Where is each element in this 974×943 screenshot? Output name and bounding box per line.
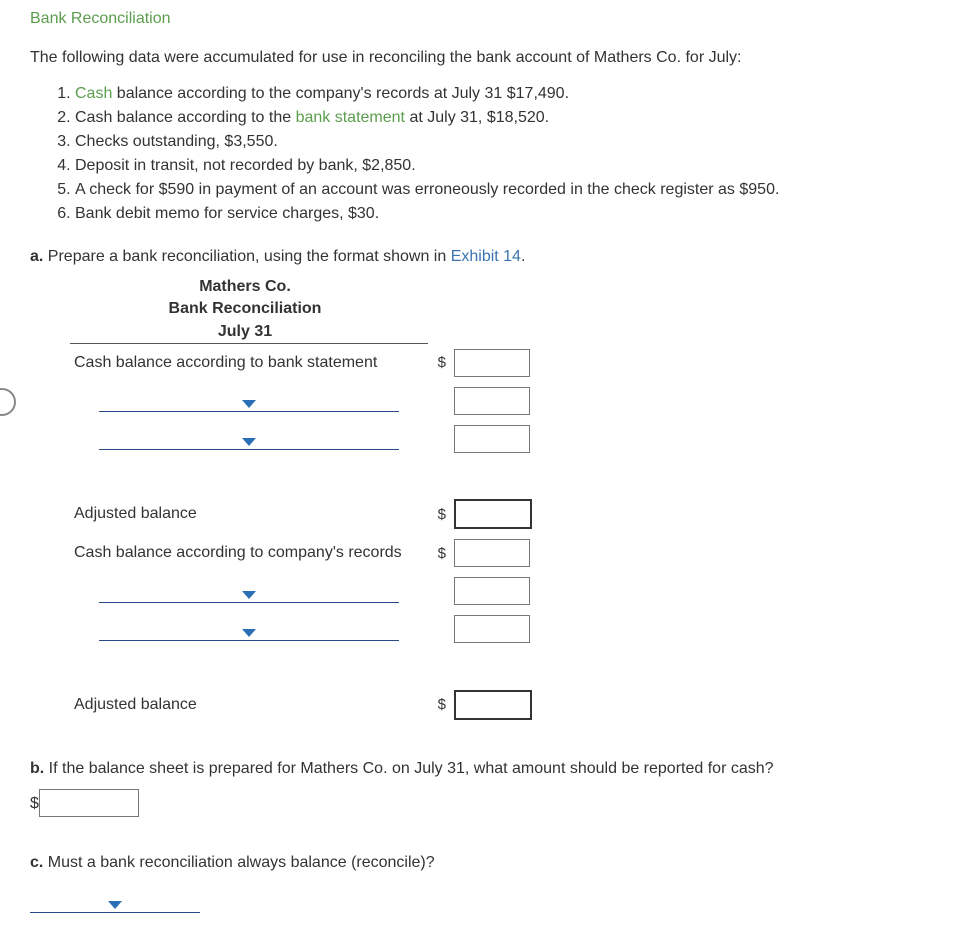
company-adj-1-input[interactable] bbox=[454, 577, 530, 605]
chevron-down-icon bbox=[242, 629, 256, 637]
recon-company: Mathers Co. bbox=[70, 276, 420, 298]
row-adj-balance-1: Adjusted balance bbox=[70, 494, 428, 534]
fact-5: A check for $590 in payment of an accoun… bbox=[75, 178, 944, 202]
part-a: a. Prepare a bank reconciliation, using … bbox=[30, 248, 944, 266]
bank-stmt-input[interactable] bbox=[454, 349, 530, 377]
fact-2-post: at July 31, $18,520. bbox=[405, 109, 549, 126]
dollar-sign: $ bbox=[428, 494, 450, 534]
bank-statement-link[interactable]: bank statement bbox=[296, 109, 405, 126]
part-a-text-post: . bbox=[521, 248, 525, 265]
company-adj-dropdown-2[interactable] bbox=[99, 618, 399, 641]
fact-2: Cash balance according to the bank state… bbox=[75, 106, 944, 130]
intro-text: The following data were accumulated for … bbox=[30, 46, 944, 70]
part-c: c. Must a bank reconciliation always bal… bbox=[30, 849, 944, 913]
side-indicator-icon bbox=[0, 388, 16, 416]
exhibit-link[interactable]: Exhibit 14 bbox=[451, 248, 521, 265]
bank-adj-1-input[interactable] bbox=[454, 387, 530, 415]
chevron-down-icon bbox=[108, 901, 122, 909]
cash-amount-input[interactable] bbox=[39, 789, 139, 817]
reconciliation-table: Cash balance according to bank statement… bbox=[70, 343, 536, 725]
fact-6: Bank debit memo for service charges, $30… bbox=[75, 202, 944, 226]
facts-list: Cash balance according to the company's … bbox=[30, 82, 944, 226]
row-bank-stmt-label: Cash balance according to bank statement bbox=[70, 344, 428, 382]
fact-2-pre: Cash balance according to the bbox=[75, 109, 296, 126]
fact-1-text: balance according to the company's recor… bbox=[112, 85, 569, 102]
part-c-label: c. bbox=[30, 854, 43, 871]
part-a-label: a. bbox=[30, 248, 43, 265]
bank-adj-2-input[interactable] bbox=[454, 425, 530, 453]
part-b: b. If the balance sheet is prepared for … bbox=[30, 755, 944, 820]
dollar-sign: $ bbox=[428, 344, 450, 382]
row-adj-balance-2: Adjusted balance bbox=[70, 685, 428, 725]
recon-date: July 31 bbox=[70, 321, 420, 343]
recon-title: Bank Reconciliation bbox=[70, 298, 420, 320]
row-company-label: Cash balance according to company's reco… bbox=[70, 534, 428, 572]
part-b-label: b. bbox=[30, 760, 44, 777]
fact-1: Cash balance according to the company's … bbox=[75, 82, 944, 106]
fact-3: Checks outstanding, $3,550. bbox=[75, 130, 944, 154]
part-c-text: Must a bank reconciliation always balanc… bbox=[43, 854, 434, 871]
recon-header: Mathers Co. Bank Reconciliation July 31 bbox=[70, 276, 420, 343]
cash-link[interactable]: Cash bbox=[75, 85, 112, 102]
dollar-sign: $ bbox=[30, 795, 39, 812]
part-a-text-pre: Prepare a bank reconciliation, using the… bbox=[43, 248, 450, 265]
page-title-link[interactable]: Bank Reconciliation bbox=[30, 10, 171, 27]
company-adj-dropdown-1[interactable] bbox=[99, 580, 399, 603]
adj-balance-bank-input[interactable] bbox=[454, 499, 532, 529]
company-adj-2-input[interactable] bbox=[454, 615, 530, 643]
dollar-sign: $ bbox=[428, 534, 450, 572]
part-c-dropdown[interactable] bbox=[30, 888, 200, 913]
bank-adj-dropdown-1[interactable] bbox=[99, 389, 399, 412]
company-records-input[interactable] bbox=[454, 539, 530, 567]
chevron-down-icon bbox=[242, 438, 256, 446]
fact-4: Deposit in transit, not recorded by bank… bbox=[75, 154, 944, 178]
chevron-down-icon bbox=[242, 591, 256, 599]
dollar-sign: $ bbox=[428, 685, 450, 725]
bank-adj-dropdown-2[interactable] bbox=[99, 427, 399, 450]
adj-balance-company-input[interactable] bbox=[454, 690, 532, 720]
chevron-down-icon bbox=[242, 400, 256, 408]
part-b-text: If the balance sheet is prepared for Mat… bbox=[44, 760, 773, 777]
